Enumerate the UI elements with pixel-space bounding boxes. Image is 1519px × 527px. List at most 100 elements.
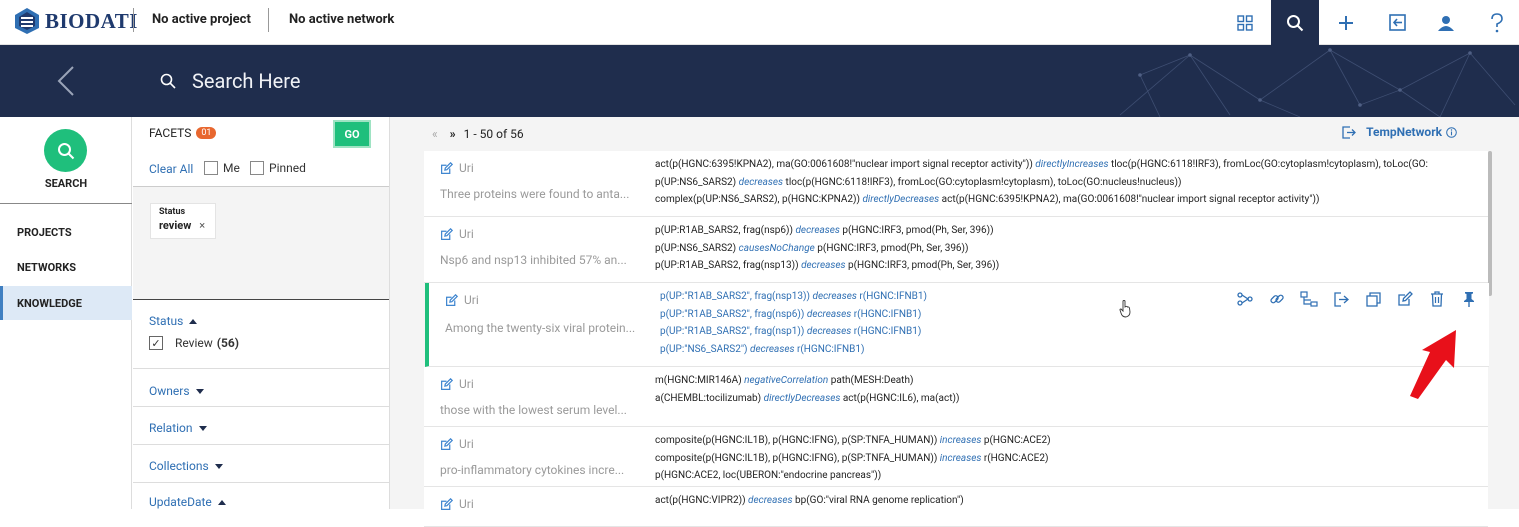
facet-relation-toggle[interactable]: Relation bbox=[149, 421, 207, 435]
facet-status-toggle[interactable]: Status bbox=[149, 314, 198, 328]
row-owner[interactable]: Uri bbox=[440, 377, 474, 391]
user-button[interactable] bbox=[1422, 0, 1470, 45]
result-row[interactable]: Uri pro-inflammatory cytokines incre... co… bbox=[424, 427, 1488, 487]
checkbox-box[interactable] bbox=[250, 161, 264, 175]
relation-label: negativeCorrelation bbox=[744, 375, 829, 386]
info-icon[interactable] bbox=[1446, 126, 1457, 138]
nav-item-projects[interactable]: PROJECTS bbox=[0, 215, 132, 249]
active-project-label[interactable]: No active project bbox=[152, 12, 251, 27]
statement-term: p(HGNC:ACE2) bbox=[981, 435, 1051, 446]
add-button[interactable] bbox=[1322, 0, 1370, 45]
statement-term: p(UP:R1AB_SARS2, frag(nsp6)) bbox=[655, 225, 796, 236]
relation-label: increases bbox=[939, 435, 982, 446]
facet-sections: Status ✓ Review (56) Owners Relation Col… bbox=[133, 299, 389, 509]
search-button[interactable] bbox=[1271, 0, 1319, 45]
statement-line[interactable]: act(p(HGNC:VIPR2)) decreases bp(GO:"vira… bbox=[655, 492, 1488, 510]
checkbox-box[interactable] bbox=[204, 161, 218, 175]
prev-page-button[interactable]: « bbox=[432, 127, 438, 141]
checkbox-checked[interactable]: ✓ bbox=[149, 336, 163, 350]
statement-term: p(UP:"R1AB_SARS2", frag(nsp13)) bbox=[660, 291, 813, 302]
biodati-logo-icon bbox=[15, 8, 39, 34]
statement-line[interactable]: a(CHEMBL:tocilizumab) directlyDecreases … bbox=[655, 390, 1488, 408]
nav-item-knowledge[interactable]: KNOWLEDGE bbox=[0, 286, 132, 320]
result-row[interactable]: Uri Nsp6 and nsp13 inhibited 57% an... p(U… bbox=[424, 217, 1488, 283]
row-owner[interactable]: Uri bbox=[440, 161, 474, 175]
row-owner[interactable]: Uri bbox=[445, 293, 479, 307]
network-pattern bbox=[1119, 48, 1516, 117]
search-input[interactable]: Search Here bbox=[160, 65, 300, 97]
caret-down-icon bbox=[214, 463, 223, 469]
statement-line[interactable]: composite(p(HGNC:IL1B), p(HGNC:IFNG), p(… bbox=[655, 432, 1488, 450]
search-icon bbox=[57, 142, 74, 159]
row-statements: m(HGNC:MIR146A) negativeCorrelation path… bbox=[655, 372, 1488, 407]
clear-all-link[interactable]: Clear All bbox=[149, 162, 193, 176]
result-row[interactable]: Uri those with the lowest serum level... m… bbox=[424, 367, 1488, 427]
remove-chip-button[interactable]: × bbox=[199, 219, 205, 232]
edit-icon bbox=[441, 377, 453, 390]
export-icon bbox=[1342, 125, 1356, 139]
statement-line[interactable]: p(HGNC:ACE2, loc(UBERON:"endocrine pancr… bbox=[655, 467, 1488, 485]
search-nav-button[interactable] bbox=[44, 129, 87, 172]
go-button[interactable]: GO bbox=[333, 120, 371, 148]
relation-label: decreases bbox=[812, 291, 857, 302]
divider bbox=[268, 8, 269, 32]
left-nav: SEARCH PROJECTS NETWORKS KNOWLEDGE bbox=[0, 117, 132, 509]
statement-line[interactable]: p(UP:"NS6_SARS2") decreases r(HGNC:IFNB1… bbox=[660, 341, 1489, 359]
status-filter-chip: Status review × bbox=[150, 203, 216, 239]
statement-line[interactable]: complex(p(UP:NS6_SARS2), p(HGNC:KPNA2)) … bbox=[655, 191, 1488, 209]
link-button[interactable] bbox=[1261, 289, 1293, 309]
pinned-checkbox[interactable]: Pinned bbox=[250, 161, 306, 175]
next-page-button[interactable]: » bbox=[450, 127, 456, 141]
copy-button[interactable] bbox=[1357, 289, 1389, 309]
row-owner[interactable]: Uri bbox=[440, 227, 474, 241]
statement-line[interactable]: act(p(HGNC:6395!KPNA2), ma(GO:0061608!"n… bbox=[655, 156, 1488, 174]
statement-line[interactable]: p(UP:R1AB_SARS2, frag(nsp13)) decreases … bbox=[655, 257, 1488, 275]
grid-icon bbox=[1237, 14, 1253, 31]
statement-line[interactable]: m(HGNC:MIR146A) negativeCorrelation path… bbox=[655, 372, 1488, 390]
help-button[interactable] bbox=[1473, 0, 1519, 45]
statement-term: r(HGNC:IFNB1) bbox=[856, 291, 927, 302]
statement-term: p(HGNC:IRF3, pmod(Ph, Ser, 396)) bbox=[845, 260, 1000, 272]
statement-line[interactable]: composite(p(HGNC:IL1B), p(HGNC:IFNG), p(… bbox=[655, 450, 1488, 468]
network-button[interactable] bbox=[1229, 289, 1261, 309]
statement-line[interactable]: p(UP:R1AB_SARS2, frag(nsp6)) decreases p… bbox=[655, 222, 1488, 240]
row-owner[interactable]: Uri bbox=[440, 437, 474, 451]
active-network-label[interactable]: No active network bbox=[289, 12, 394, 27]
search-icon bbox=[1287, 14, 1304, 31]
grid-button[interactable] bbox=[1221, 0, 1269, 45]
facet-collections: Collections bbox=[133, 446, 389, 483]
facet-status-title: Status bbox=[149, 314, 184, 328]
biodati-logo[interactable]: BIODATI bbox=[12, 6, 138, 36]
statement-line[interactable]: p(UP:"R1AB_SARS2", frag(nsp1)) decreases… bbox=[660, 323, 1489, 341]
back-button[interactable] bbox=[48, 59, 84, 103]
result-row[interactable]: Uri act(p(HGNC:VIPR2)) decreases bp(GO:"v… bbox=[424, 487, 1488, 527]
status-review-option[interactable]: ✓ Review (56) bbox=[149, 336, 239, 350]
import-button[interactable] bbox=[1373, 0, 1421, 45]
facet-collections-toggle[interactable]: Collections bbox=[149, 459, 223, 473]
facets-header: FACETS 01 GO Clear All Me Pinned bbox=[133, 117, 389, 187]
relation-label: decreases bbox=[795, 225, 840, 236]
statement-line[interactable]: p(UP:NS6_SARS2) causesNoChange p(HGNC:IR… bbox=[655, 240, 1488, 258]
result-row[interactable]: Uri Among the twenty-six viral protein...… bbox=[425, 283, 1489, 367]
statement-term: composite(p(HGNC:IL1B), p(HGNC:IFNG), p(… bbox=[655, 435, 940, 446]
statement-term: act(p(HGNC:IL6), ma(act)) bbox=[840, 392, 960, 404]
row-owner-name: Uri bbox=[459, 437, 474, 451]
tree-button[interactable] bbox=[1293, 289, 1325, 309]
export-button[interactable] bbox=[1325, 289, 1357, 309]
search-placeholder: Search Here bbox=[192, 69, 301, 93]
statement-term: complex(p(UP:NS6_SARS2), p(HGNC:KPNA2)) bbox=[655, 194, 863, 206]
hand-cursor-icon bbox=[1119, 300, 1131, 318]
divider bbox=[0, 203, 132, 204]
statement-term: act(p(HGNC:VIPR2)) bbox=[655, 495, 749, 506]
facet-updatedate-toggle[interactable]: UpdateDate bbox=[149, 495, 226, 509]
nav-item-networks[interactable]: NETWORKS bbox=[0, 250, 132, 284]
me-checkbox[interactable]: Me bbox=[204, 161, 240, 175]
facet-owners-title: Owners bbox=[149, 384, 190, 398]
red-arrow-icon bbox=[1410, 330, 1456, 399]
results-scrollbar[interactable] bbox=[1488, 151, 1492, 296]
temp-network-link[interactable]: TempNetwork bbox=[1342, 125, 1457, 139]
result-row[interactable]: Uri Three proteins were found to anta... a… bbox=[424, 151, 1488, 217]
statement-line[interactable]: p(UP:NS6_SARS2) decreases tloc(p(HGNC:61… bbox=[655, 174, 1488, 192]
facet-owners-toggle[interactable]: Owners bbox=[149, 384, 204, 398]
relation-label: decreases bbox=[750, 343, 795, 355]
